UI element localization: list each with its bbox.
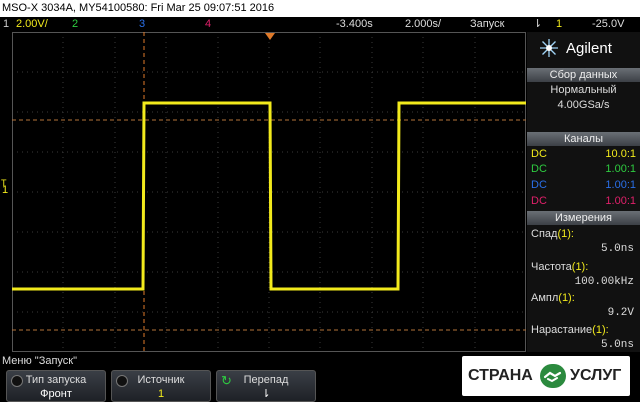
measurement-value: 9.2V xyxy=(607,307,634,319)
trigger-channel[interactable]: 1 xyxy=(556,17,562,31)
ch1-number[interactable]: 1 xyxy=(3,17,9,31)
softkey-label: Тип запуска xyxy=(25,374,87,386)
title-bar: MSO-X 3034A, MY54100580: Fri Mar 25 09:0… xyxy=(0,0,640,17)
trigger-position-marker xyxy=(265,33,275,40)
channel-probe-ratio: 10.0:1 xyxy=(605,148,636,160)
measurement-label: Ампл xyxy=(531,292,559,304)
softkey-source[interactable]: Источник 1 xyxy=(111,370,211,402)
measurement-channel: (1): xyxy=(558,292,575,304)
ch3-number[interactable]: 3 xyxy=(139,17,145,31)
ch1-trace xyxy=(12,101,526,291)
time-offset[interactable]: -3.400s xyxy=(336,17,373,31)
channel-coupling: DC xyxy=(531,195,547,207)
timebase[interactable]: 2.000s/ xyxy=(405,17,441,31)
measurement-channel: (1): xyxy=(571,261,589,273)
menu-title: Меню "Запуск" xyxy=(2,355,78,367)
softkey-value: 1 xyxy=(157,388,165,400)
agilent-logo-icon xyxy=(539,38,559,61)
ch2-number[interactable]: 2 xyxy=(72,17,78,31)
channel-probe-ratio: 1.00:1 xyxy=(605,163,636,175)
measurement-label: Нарастание xyxy=(531,324,593,336)
softkey-slope[interactable]: ↻ Перепад ⇂ xyxy=(216,370,316,402)
softkey-trigger-type[interactable]: Тип запуска Фронт xyxy=(6,370,106,402)
channel-probe-ratio: 1.00:1 xyxy=(605,179,636,191)
channel-coupling: DC xyxy=(531,148,547,160)
softkey-label: Источник xyxy=(137,374,185,386)
measurement-value: 100.00kHz xyxy=(574,276,634,288)
channels-header[interactable]: Каналы xyxy=(527,132,640,146)
status-bar: 1 2.00V/ 2 3 4 -3.400s 2.000s/ Запуск ⇂ … xyxy=(0,17,640,31)
measurement-channel: (1): xyxy=(592,324,609,336)
softkey-value: Фронт xyxy=(40,388,72,400)
waveform-display[interactable]: 1 T xyxy=(1,31,527,353)
trigger-level[interactable]: -25.0V xyxy=(592,17,624,31)
channel-coupling: DC xyxy=(531,179,547,191)
channel-probe-ratio: 1.00:1 xyxy=(605,195,636,207)
softkey-label: Перепад xyxy=(243,374,289,386)
measurement-channel: (1): xyxy=(557,228,574,240)
trigger-level-marker[interactable]: T xyxy=(1,178,7,188)
measurement-value: 5.0ns xyxy=(600,339,634,351)
measurement-value: 5.0ns xyxy=(600,243,634,255)
graticule xyxy=(11,31,527,353)
measurement-label: Частота xyxy=(531,261,572,273)
side-panel: Agilent Сбор данных Нормальный 4.00GSa/s… xyxy=(527,32,640,352)
handshake-icon xyxy=(540,364,566,388)
softkey-value: ⇂ xyxy=(261,388,271,400)
badge-text-left: СТРАНА xyxy=(468,367,533,384)
title-text: MSO-X 3034A, MY54100580: Fri Mar 25 09:0… xyxy=(2,2,275,14)
sample-rate: 4.00GSa/s xyxy=(557,99,610,111)
brand-name: Agilent xyxy=(566,40,612,57)
measurement-label: Спад xyxy=(531,228,558,240)
run-state[interactable]: Запуск xyxy=(470,17,504,31)
badge-text-right: УСЛУГ xyxy=(570,367,622,384)
strana-uslug-badge: СТРАНА УСЛУГ xyxy=(462,356,630,396)
trigger-edge-icon: ⇂ xyxy=(533,18,543,30)
ch4-number[interactable]: 4 xyxy=(205,17,211,31)
channel-coupling: DC xyxy=(531,163,547,175)
measurements-header[interactable]: Измерения xyxy=(527,211,640,225)
acquisition-mode: Нормальный xyxy=(550,84,617,96)
acquisition-header[interactable]: Сбор данных xyxy=(527,68,640,82)
ch1-scale[interactable]: 2.00V/ xyxy=(16,17,48,31)
